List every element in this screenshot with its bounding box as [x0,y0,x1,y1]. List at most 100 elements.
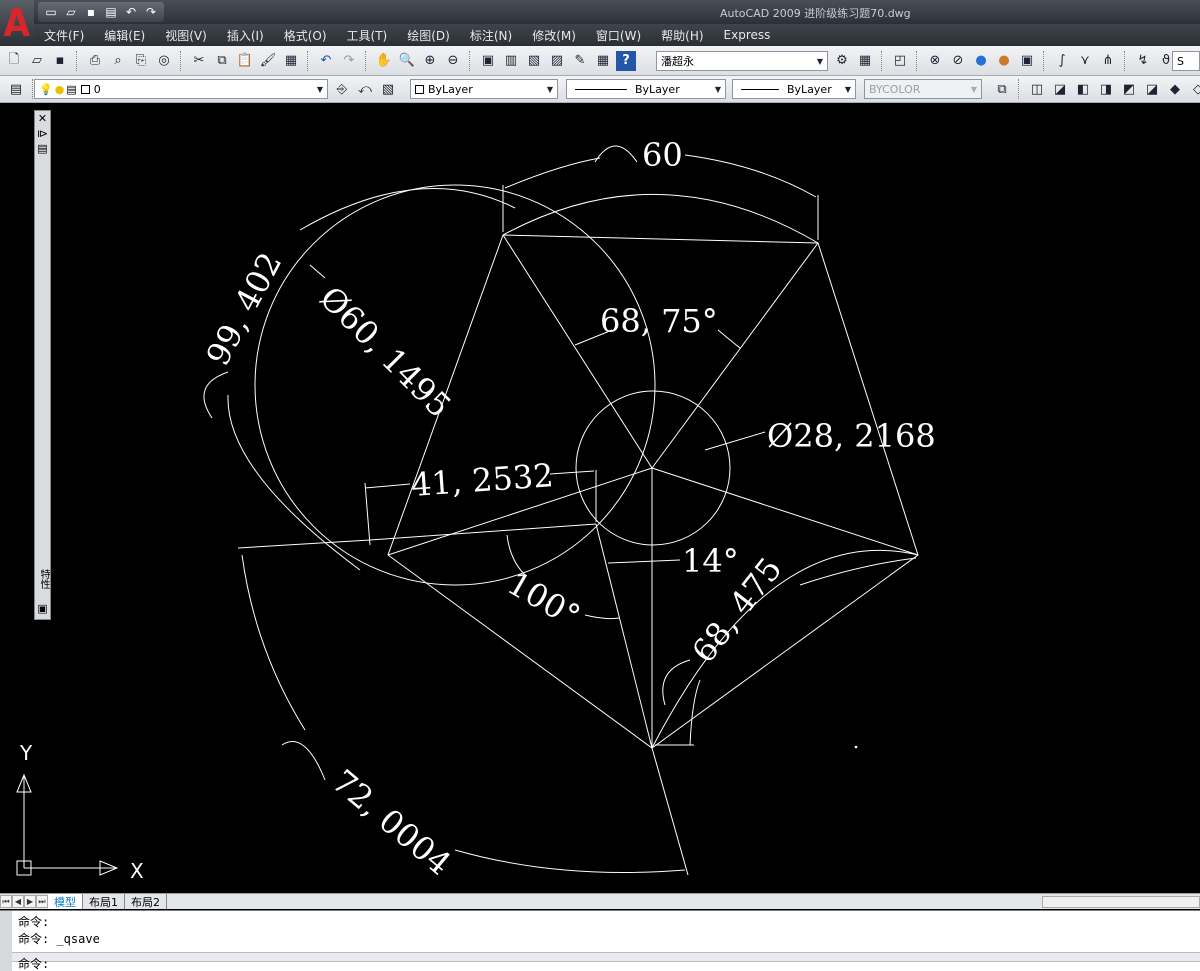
trim-icon[interactable]: ⋔ [1098,51,1118,71]
3d-dwf-icon[interactable]: ◎ [154,51,174,71]
visual-style-icon[interactable]: ◰ [890,51,910,71]
linetype-sample [575,88,627,90]
calculator-icon[interactable]: ▦ [593,51,613,71]
visual-style-manager-icon[interactable]: ▣ [1017,51,1037,71]
horizontal-scrollbar[interactable] [1042,896,1200,908]
auto-hide-icon[interactable]: ⧐ [35,126,50,141]
dim-720004-bump [281,741,326,781]
tab-layout1[interactable]: 布局1 [83,894,125,909]
match-properties-icon[interactable]: 🖌 [258,51,278,71]
undo-icon[interactable]: ↶ [122,3,140,21]
save-icon[interactable]: ▪ [50,51,70,71]
redo-icon[interactable]: ↷ [142,3,160,21]
chevron-down-icon: ▼ [316,84,324,94]
command-window-grip[interactable] [0,911,12,971]
open-file-icon[interactable]: ▱ [62,3,80,21]
lineweight-dropdown[interactable]: ByLayer ▼ [732,79,856,99]
top-view-icon[interactable]: ◫ [1027,79,1047,99]
new-icon[interactable]: 🗋 [4,51,24,71]
palette-properties-icon[interactable]: ▣ [35,601,50,616]
text-style-dropdown[interactable]: 潘超永 ▼ [656,51,828,71]
menu-insert[interactable]: 插入(I) [217,27,274,44]
command-prompt[interactable]: 命令: [18,955,49,971]
table-style-icon[interactable]: ▦ [855,51,875,71]
markup-icon[interactable]: ✎ [570,51,590,71]
dim-68475-arc-lower [689,679,701,746]
dimension-style-icon[interactable]: ⚙ [832,51,852,71]
plot-icon[interactable]: ⎙ [85,51,105,71]
publish-icon[interactable]: ⎘ [131,51,151,71]
sw-isometric-icon[interactable]: ◆ [1165,79,1185,99]
last-tab-icon[interactable]: ⏭ [36,895,48,908]
menu-edit[interactable]: 编辑(E) [94,27,155,44]
layer-manager-icon[interactable]: ▤ [6,79,26,99]
front-view-icon[interactable]: ◩ [1119,79,1139,99]
layer-previous-icon[interactable]: ⤺ [355,79,375,99]
named-views-icon[interactable]: ⧉ [992,79,1012,99]
palette-menu-icon[interactable]: ▤ [35,141,50,156]
right-view-icon[interactable]: ◨ [1096,79,1116,99]
menu-help[interactable]: 帮助(H) [651,27,713,44]
menu-draw[interactable]: 绘图(D) [397,27,460,44]
close-icon[interactable]: ✕ [35,111,50,126]
polyline-icon[interactable]: ⋎ [1075,51,1095,71]
linetype-dropdown[interactable]: ByLayer ▼ [566,79,726,99]
plot-preview-icon[interactable]: ⌕ [108,51,128,71]
bottom-view-icon[interactable]: ◪ [1050,79,1070,99]
new-file-icon[interactable]: ▭ [42,3,60,21]
realistic-icon[interactable]: ● [971,51,991,71]
design-center-icon[interactable]: ▥ [501,51,521,71]
application-menu-button[interactable]: A [0,0,34,46]
help-icon[interactable]: ? [616,50,636,71]
zoom-realtime-icon[interactable]: 🔍 [397,51,417,71]
autocad-window: ▭ ▱ ▪ ▤ ↶ ↷ AutoCAD 2009 进阶级练习题70.dwg A … [0,0,1200,971]
pan-icon[interactable]: ✋ [374,51,394,71]
properties-icon[interactable]: ▣ [478,51,498,71]
menu-window[interactable]: 窗口(W) [586,27,651,44]
spline-icon[interactable]: ∫ [1052,51,1072,71]
copy-icon[interactable]: ⧉ [212,51,232,71]
menu-format[interactable]: 格式(O) [274,27,337,44]
hidden-icon[interactable]: ⊘ [948,51,968,71]
redo-icon[interactable]: ↷ [339,51,359,71]
wireframe-icon[interactable]: ⊗ [925,51,945,71]
se-isometric-icon[interactable]: ◇ [1188,79,1200,99]
tool-palettes-icon[interactable]: ▧ [524,51,544,71]
zoom-window-icon[interactable]: ⊕ [420,51,440,71]
menu-express[interactable]: Express [714,28,781,42]
zoom-previous-icon[interactable]: ⊖ [443,51,463,71]
conceptual-icon[interactable]: ● [994,51,1014,71]
dim-720004-text: 72, 0004 [325,762,459,883]
block-editor-icon[interactable]: ▦ [281,51,301,71]
menu-view[interactable]: 视图(V) [155,27,217,44]
plot-icon[interactable]: ▤ [102,3,120,21]
menu-modify[interactable]: 修改(M) [522,27,586,44]
previous-tab-icon[interactable]: ◀ [12,895,24,908]
menu-file[interactable]: 文件(F) [34,27,94,44]
helix-icon[interactable]: ↯ [1133,51,1153,71]
star-line-1 [502,234,653,469]
dim-6875-arc-right [717,329,741,349]
overflow-dropdown[interactable]: S [1172,51,1200,71]
undo-icon[interactable]: ↶ [316,51,336,71]
open-icon[interactable]: ▱ [27,51,47,71]
layer-states-icon[interactable]: ▧ [378,79,398,99]
make-current-layer-icon[interactable]: ⎆ [332,79,352,99]
color-dropdown[interactable]: ByLayer ▼ [410,79,558,99]
save-icon[interactable]: ▪ [82,3,100,21]
paste-icon[interactable]: 📋 [235,51,255,71]
left-view-icon[interactable]: ◧ [1073,79,1093,99]
first-tab-icon[interactable]: ⏮ [0,895,12,908]
next-tab-icon[interactable]: ▶ [24,895,36,908]
chevron-down-icon: ▼ [714,84,722,94]
tab-layout2[interactable]: 布局2 [125,894,167,909]
sheet-set-icon[interactable]: ▨ [547,51,567,71]
menu-dimension[interactable]: 标注(N) [460,27,522,44]
layer-dropdown[interactable]: 💡 ● ▤ 0 ▼ [34,79,328,99]
quick-access-toolbar: ▭ ▱ ▪ ▤ ↶ ↷ [38,2,164,22]
back-view-icon[interactable]: ◪ [1142,79,1162,99]
cut-icon[interactable]: ✂ [189,51,209,71]
menu-tools[interactable]: 工具(T) [337,27,398,44]
drawing-area[interactable]: 60 99, 402 Ø60, 1495 68, 75° Ø28, 2168 4… [0,103,1200,893]
tab-model[interactable]: 模型 [48,894,83,909]
